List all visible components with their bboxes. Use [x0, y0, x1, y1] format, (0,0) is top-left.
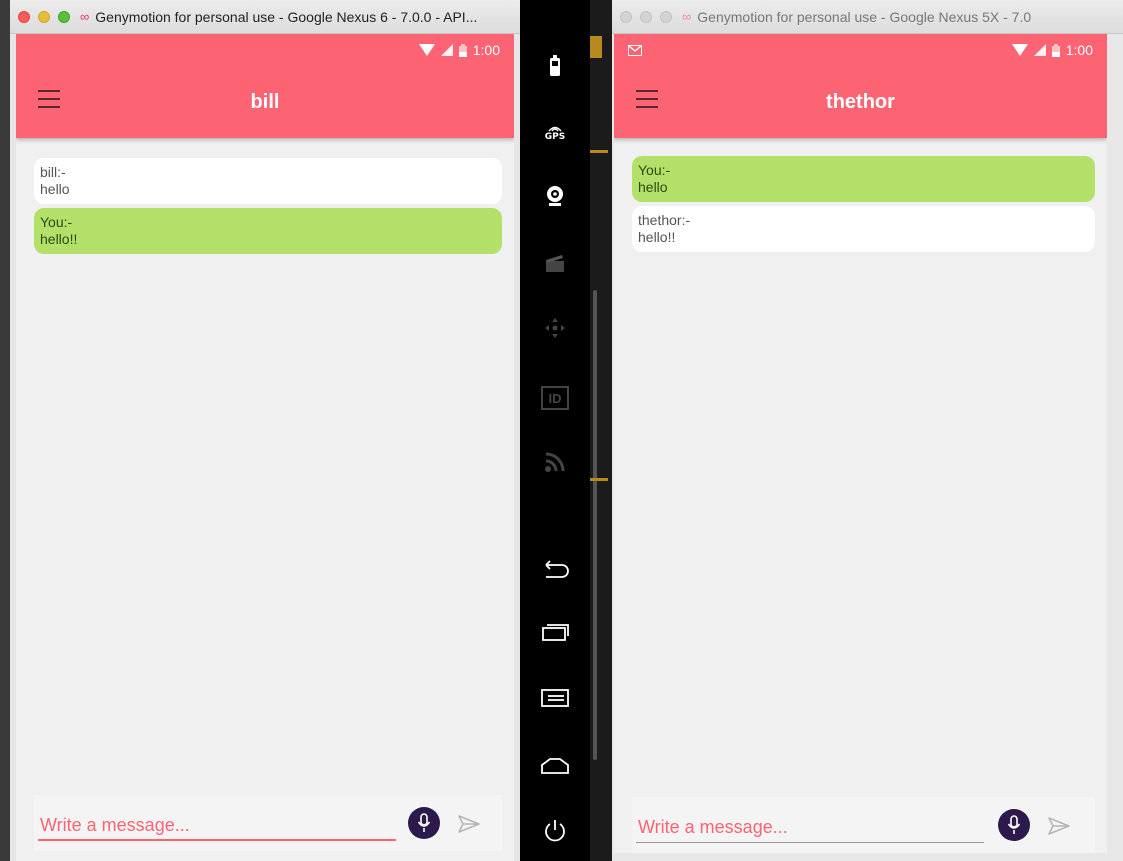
gps-icon[interactable]: GPS [537, 115, 573, 151]
hamburger-menu-icon[interactable] [38, 90, 60, 108]
signal-icon [1033, 44, 1046, 56]
own-message-bubble[interactable]: You:- hello!! [34, 208, 502, 254]
background-accent [590, 150, 608, 153]
chat-title: bill [250, 90, 280, 113]
wifi-icon [418, 44, 435, 56]
hamburger-menu-icon[interactable] [636, 90, 658, 108]
send-icon [1048, 817, 1070, 835]
send-icon [458, 815, 480, 833]
zoom-window-button[interactable] [58, 10, 70, 23]
own-message-bubble[interactable]: You:- hello [632, 156, 1095, 202]
gps-label: GPS [544, 132, 566, 142]
genymotion-logo-icon: ∞ [682, 9, 692, 24]
message-list: You:- hello thethor:- hello!! [632, 156, 1095, 256]
close-window-button[interactable] [620, 10, 632, 23]
genymotion-logo-icon: ∞ [80, 9, 90, 24]
emulator-window-nexus-5x: ∞ Genymotion for personal use - Google N… [612, 0, 1123, 861]
zoom-window-button[interactable] [660, 10, 672, 23]
message-sender: bill:- [40, 164, 66, 180]
menu-icon[interactable] [537, 680, 573, 716]
back-icon[interactable] [537, 552, 573, 588]
message-text: hello [638, 179, 668, 195]
gmail-notification-icon [628, 44, 642, 56]
minimize-window-button[interactable] [640, 10, 652, 23]
toolbar-scrollbar[interactable] [593, 290, 597, 760]
microphone-icon [1007, 815, 1021, 834]
power-icon[interactable] [537, 813, 573, 849]
device-screen: 1:00 bill bill:- hello You:- hello!! [16, 34, 514, 861]
background-accent [590, 478, 608, 481]
device-screen: 1:00 thethor You:- hello thethor:- hello!! [614, 34, 1107, 853]
app-header: 1:00 bill [16, 34, 514, 138]
genymotion-toolbar: GPS ID [520, 0, 590, 861]
id-label: ID [548, 390, 562, 406]
capture-icon[interactable] [537, 245, 573, 281]
battery-status-icon [1051, 43, 1060, 57]
window-titlebar[interactable]: ∞ Genymotion for personal use - Google N… [612, 0, 1123, 34]
app-header: 1:00 thethor [614, 34, 1107, 138]
message-composer [34, 795, 502, 851]
message-text: hello [40, 181, 70, 197]
minimize-window-button[interactable] [38, 10, 50, 23]
message-sender: You:- [638, 162, 671, 178]
microphone-button[interactable] [408, 807, 440, 839]
received-message-bubble[interactable]: bill:- hello [34, 158, 502, 204]
status-time: 1:00 [472, 42, 500, 58]
received-message-bubble[interactable]: thethor:- hello!! [632, 206, 1095, 252]
message-sender: You:- [40, 214, 73, 230]
message-sender: thethor:- [638, 212, 691, 228]
message-composer [632, 797, 1095, 853]
message-text: hello!! [40, 231, 78, 247]
send-button[interactable] [1046, 813, 1072, 839]
message-list: bill:- hello You:- hello!! [34, 158, 502, 258]
window-title: Genymotion for personal use - Google Nex… [95, 8, 478, 25]
message-input[interactable] [38, 811, 396, 841]
microphone-button[interactable] [998, 809, 1030, 841]
battery-icon[interactable] [537, 48, 573, 84]
status-time: 1:00 [1065, 42, 1093, 58]
emulator-window-nexus-6: ∞ Genymotion for personal use - Google N… [10, 0, 520, 861]
cast-icon[interactable] [537, 444, 573, 480]
webcam-icon[interactable] [537, 178, 573, 214]
background-accent [590, 36, 602, 58]
recent-apps-icon[interactable] [537, 614, 573, 650]
message-text: hello!! [638, 229, 676, 245]
window-gap [590, 0, 612, 861]
close-window-button[interactable] [18, 10, 30, 23]
status-bar: 1:00 [614, 34, 1107, 66]
window-titlebar[interactable]: ∞ Genymotion for personal use - Google N… [10, 0, 520, 34]
signal-icon [440, 44, 453, 56]
wifi-icon [1011, 44, 1028, 56]
id-icon[interactable]: ID [537, 380, 573, 416]
chat-title: thethor [826, 90, 895, 113]
status-bar: 1:00 [16, 34, 514, 66]
battery-status-icon [458, 43, 467, 57]
message-input[interactable] [636, 813, 984, 843]
dpad-icon[interactable] [537, 310, 573, 346]
window-title: Genymotion for personal use - Google Nex… [697, 8, 1032, 25]
send-button[interactable] [456, 811, 482, 837]
home-icon[interactable] [537, 748, 573, 784]
microphone-icon [417, 813, 431, 832]
